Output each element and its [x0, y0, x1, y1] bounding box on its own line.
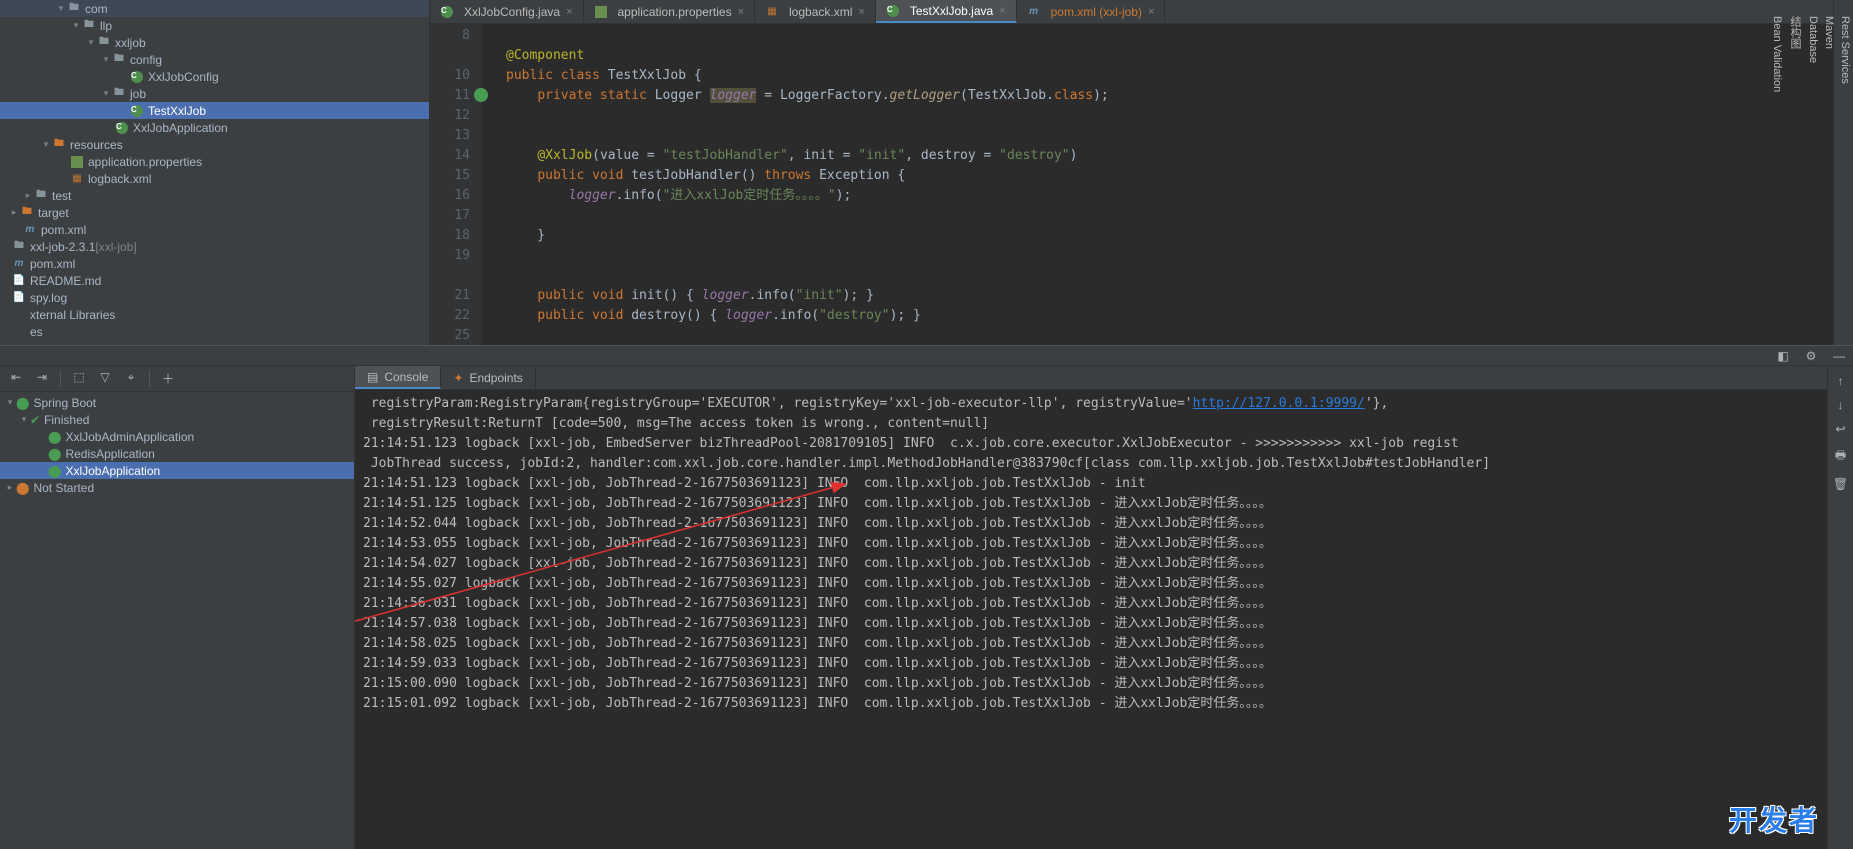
project-tree[interactable]: ▾🖿com▾🖿llp▾🖿xxljob▾🖿configCXxlJobConfig▾… [0, 0, 430, 345]
tree-item[interactable]: mpom.xml [0, 255, 429, 272]
run-app[interactable]: ⬤XxlJobApplication [0, 462, 354, 479]
gutter: 810111213141516171819212225 [430, 24, 482, 345]
sidebar-tool[interactable]: Bean Validation [1769, 8, 1785, 345]
sidebar-tool[interactable]: Database [1805, 8, 1821, 345]
sidebar-tool[interactable]: 结构图 [1785, 8, 1805, 345]
sidebar-tool[interactable]: Rest Services [1837, 8, 1853, 345]
run-marker-icon[interactable] [474, 88, 488, 102]
tab-console[interactable]: ▤ Console [355, 366, 441, 389]
editor-tab[interactable]: CXxlJobConfig.java× [430, 0, 584, 23]
tree-item[interactable]: es [0, 323, 429, 340]
minimize-icon[interactable]: — [1831, 349, 1847, 363]
layout-icon[interactable]: ◧ [1775, 349, 1791, 363]
locate-icon[interactable]: ⌖ [123, 370, 139, 387]
endpoints-icon: ✦ [453, 371, 463, 385]
gear-icon[interactable]: ⚙ [1803, 349, 1819, 363]
console-output[interactable]: registryParam:RegistryParam{registryGrou… [355, 390, 1827, 849]
collapse-icon[interactable]: ⇤ [8, 370, 24, 387]
soft-wrap-icon[interactable]: ↩ [1833, 422, 1849, 436]
tree-item[interactable]: CTestXxlJob [0, 102, 429, 119]
run-app[interactable]: ⬤RedisApplication [0, 445, 354, 462]
editor-tabs: CXxlJobConfig.java×application.propertie… [430, 0, 1833, 24]
run-panel: ⇤ ⇥ ⬚ ▽ ⌖ ＋ ▾⬤Spring Boot ▾✔Finished⬤Xxl… [0, 366, 355, 849]
tree-item[interactable]: ▾🖿job [0, 85, 429, 102]
tree-item[interactable]: ▸🖿test [0, 187, 429, 204]
filter-icon[interactable]: ▽ [97, 370, 113, 387]
close-icon[interactable]: × [566, 6, 572, 18]
tree-item[interactable]: ▸🖿target [0, 204, 429, 221]
code-editor[interactable]: @Componentpublic class TestXxlJob { priv… [482, 24, 1833, 345]
run-app[interactable]: ⬤XxlJobAdminApplication [0, 428, 354, 445]
tab-endpoints[interactable]: ✦ Endpoints [441, 366, 535, 389]
sidebar-tool[interactable]: Maven [1821, 8, 1837, 345]
tree-item[interactable]: 📄spy.log [0, 289, 429, 306]
tree-item[interactable]: CXxlJobConfig [0, 68, 429, 85]
tree-item[interactable]: ▾🖿config [0, 51, 429, 68]
scroll-down-icon[interactable]: ↓ [1833, 398, 1849, 412]
expand-icon[interactable]: ⇥ [34, 370, 50, 387]
tree-item[interactable]: xternal Libraries [0, 306, 429, 323]
run-root[interactable]: ▾⬤Spring Boot [0, 394, 354, 411]
close-icon[interactable]: × [999, 5, 1005, 17]
run-toolbar: ⇤ ⇥ ⬚ ▽ ⌖ ＋ [0, 366, 354, 392]
run-finished[interactable]: ▾✔Finished [0, 411, 354, 428]
close-icon[interactable]: × [858, 6, 864, 18]
editor-tab[interactable]: ▦logback.xml× [755, 0, 876, 23]
tree-icon[interactable]: ⬚ [71, 370, 87, 387]
tree-item[interactable]: CXxlJobApplication [0, 119, 429, 136]
right-sidebar: Rest ServicesMavenDatabase结构图Bean Valida… [1833, 0, 1853, 345]
console-side-toolbar: ↑ ↓ ↩ 🖶 🗑 [1827, 366, 1853, 849]
print-icon[interactable]: 🖶 [1833, 446, 1849, 467]
tree-item[interactable]: 🖿xxl-job-2.3.1 [xxl-job] [0, 238, 429, 255]
tree-item[interactable]: ▦logback.xml [0, 170, 429, 187]
plus-icon[interactable]: ＋ [160, 370, 176, 387]
tree-item[interactable]: ▾🖿xxljob [0, 34, 429, 51]
watermark: 开发者 [1729, 799, 1817, 839]
tree-item[interactable]: application.properties [0, 153, 429, 170]
close-icon[interactable]: × [1148, 6, 1154, 18]
tree-item[interactable]: ▾🖿llp [0, 17, 429, 34]
scroll-up-icon[interactable]: ↑ [1833, 374, 1849, 388]
tool-window-header: ◧ ⚙ — [0, 345, 1853, 366]
editor-tab[interactable]: application.properties× [584, 0, 756, 23]
tree-item[interactable]: 📄README.md [0, 272, 429, 289]
run-notstarted[interactable]: ▸⬤Not Started [0, 479, 354, 496]
tree-item[interactable]: ▾🖿com [0, 0, 429, 17]
clear-icon[interactable]: 🗑 [1833, 477, 1849, 491]
editor-tab[interactable]: CTestXxlJob.java× [876, 0, 1017, 23]
tree-item[interactable]: mpom.xml [0, 221, 429, 238]
editor-tab[interactable]: mpom.xml (xxl-job)× [1017, 0, 1166, 23]
close-icon[interactable]: × [738, 6, 744, 18]
console-icon: ▤ [367, 370, 378, 384]
tree-item[interactable]: ▾🖿resources [0, 136, 429, 153]
